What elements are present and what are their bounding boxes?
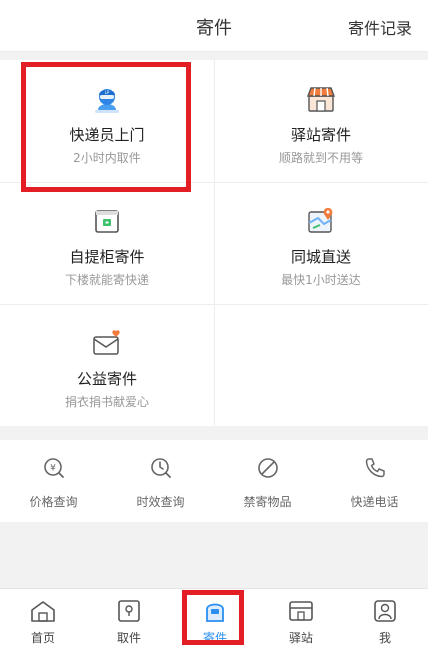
tool-prohibited-items[interactable]: 禁寄物品 [214, 440, 321, 522]
tool-row: ¥ 价格查询 时效查询 禁寄物品 快递电话 [0, 440, 428, 522]
tab-label: 首页 [30, 631, 55, 645]
tool-courier-phone[interactable]: 快递电话 [321, 440, 428, 522]
service-subtitle: 捐衣捐书献爱心 [64, 395, 149, 409]
tab-home[interactable]: 首页 [0, 589, 86, 647]
map-pin-icon [308, 208, 333, 233]
send-record-link[interactable]: 寄件记录 [348, 15, 412, 39]
tab-label: 驿站 [288, 631, 313, 645]
service-charity-send[interactable]: 公益寄件 捐衣捐书献爱心 [0, 304, 214, 426]
charity-envelope-icon [93, 330, 120, 355]
locker-icon [95, 210, 119, 233]
pickup-icon [118, 600, 140, 622]
send-page: 寄件 寄件记录 LP 快递员上门 2小时内取件 驿站寄件 顺路就到不用等 自提柜… [0, 0, 428, 647]
station-tab-icon [289, 601, 313, 621]
tab-pickup[interactable]: 取件 [86, 589, 172, 647]
service-subtitle: 下楼就能寄快递 [64, 273, 149, 287]
highlight-box [21, 62, 191, 192]
tab-station[interactable]: 驿站 [258, 589, 344, 647]
station-icon [306, 87, 336, 112]
highlight-box [182, 590, 244, 645]
service-locker-send[interactable]: 自提柜寄件 下楼就能寄快递 [0, 182, 214, 304]
service-station-send[interactable]: 驿站寄件 顺路就到不用等 [214, 60, 428, 182]
tab-label: 我 [378, 631, 391, 645]
service-same-city[interactable]: 同城直送 最快1小时送达 [214, 182, 428, 304]
prohibited-icon [258, 458, 278, 478]
home-icon [31, 601, 55, 622]
tool-price-query[interactable]: ¥ 价格查询 [0, 440, 107, 522]
tool-time-query[interactable]: 时效查询 [107, 440, 214, 522]
svg-text:¥: ¥ [50, 464, 56, 474]
me-icon [374, 600, 396, 622]
tool-label: 快递电话 [350, 495, 399, 509]
clock-icon [151, 458, 171, 478]
phone-icon [365, 458, 385, 478]
service-title: 自提柜寄件 [69, 248, 145, 266]
service-title: 同城直送 [290, 248, 351, 266]
tool-label: 时效查询 [136, 495, 185, 509]
service-subtitle: 顺路就到不用等 [278, 151, 363, 165]
tab-me[interactable]: 我 [342, 589, 428, 647]
service-title: 公益寄件 [76, 370, 137, 388]
service-subtitle: 最快1小时送达 [281, 273, 361, 287]
tab-label: 取件 [116, 631, 141, 645]
service-title: 驿站寄件 [290, 126, 351, 144]
tool-label: 禁寄物品 [243, 495, 292, 509]
tool-label: 价格查询 [29, 495, 78, 509]
price-icon: ¥ [44, 458, 64, 478]
header: 寄件 寄件记录 [0, 0, 428, 52]
